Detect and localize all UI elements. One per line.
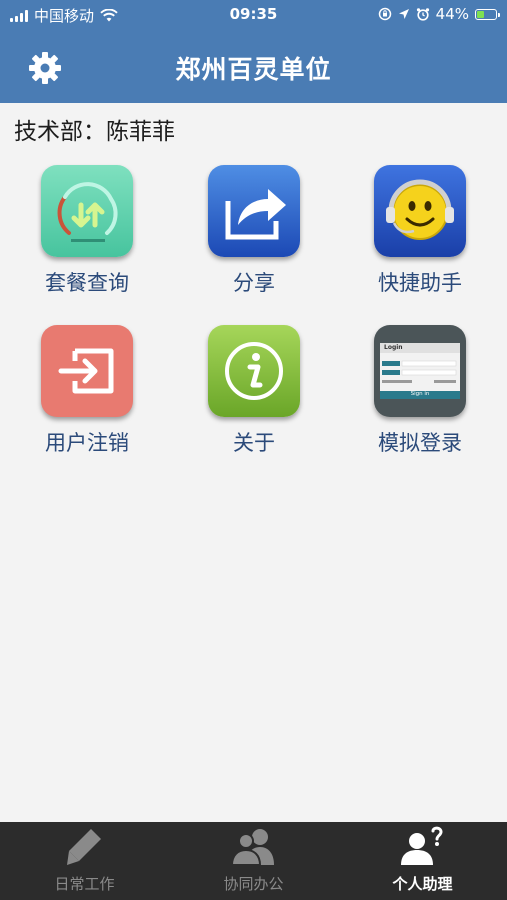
login-screen-icon: Login Sign in — [374, 325, 466, 417]
rotation-lock-icon — [378, 7, 391, 21]
tab-collaborative-office[interactable]: 协同办公 — [169, 822, 338, 900]
pencil-icon — [66, 829, 101, 865]
bottom-tab-bar: 日常工作 协同办公 个人助理 — [0, 822, 507, 900]
tile-label: 快捷助手 — [378, 271, 462, 295]
tile-label: 用户注销 — [45, 431, 129, 455]
user-department-name: 技术部：陈菲菲 — [14, 119, 175, 145]
tab-label: 协同办公 — [223, 875, 284, 893]
tab-personal-assistant[interactable]: 个人助理 — [338, 822, 507, 900]
battery-level — [477, 10, 484, 18]
battery-icon — [475, 8, 500, 20]
tile-package-query[interactable]: 套餐查询 — [12, 165, 162, 305]
info-icon — [208, 325, 300, 417]
nav-bar: 郑州百灵单位 — [0, 30, 507, 103]
tile-simulated-login[interactable]: Login Sign in 模拟登录 — [345, 325, 495, 465]
people-icon — [230, 829, 274, 866]
tile-label: 套餐查询 — [45, 271, 129, 295]
tile-label: 模拟登录 — [378, 431, 462, 455]
status-bar: 中国移动 09:35 44% — [0, 0, 507, 30]
status-right: 44% — [378, 5, 500, 23]
login-thumb-button: Sign in — [410, 391, 430, 397]
smiley-headset-icon — [374, 165, 466, 257]
tile-user-logout[interactable]: 用户注销 — [12, 325, 162, 465]
page-title: 郑州百灵单位 — [175, 55, 332, 84]
tab-label: 日常工作 — [54, 875, 115, 893]
tab-label: 个人助理 — [392, 875, 453, 893]
logout-icon — [41, 325, 133, 417]
data-transfer-icon — [41, 165, 133, 257]
tile-share[interactable]: 分享 — [179, 165, 329, 305]
alarm-icon — [416, 8, 429, 21]
battery-percent: 44% — [435, 5, 469, 23]
person-question-icon — [400, 826, 443, 865]
tab-daily-work[interactable]: 日常工作 — [0, 822, 169, 900]
top-bar: 中国移动 09:35 44% 郑州百灵单位 — [0, 0, 507, 103]
tile-label: 分享 — [233, 271, 275, 295]
tile-quick-helper[interactable]: 快捷助手 — [345, 165, 495, 305]
tile-label: 关于 — [233, 431, 275, 455]
tile-about[interactable]: 关于 — [179, 325, 329, 465]
login-thumb-title: Login — [384, 344, 403, 351]
location-icon — [398, 9, 409, 19]
share-icon — [208, 165, 300, 257]
